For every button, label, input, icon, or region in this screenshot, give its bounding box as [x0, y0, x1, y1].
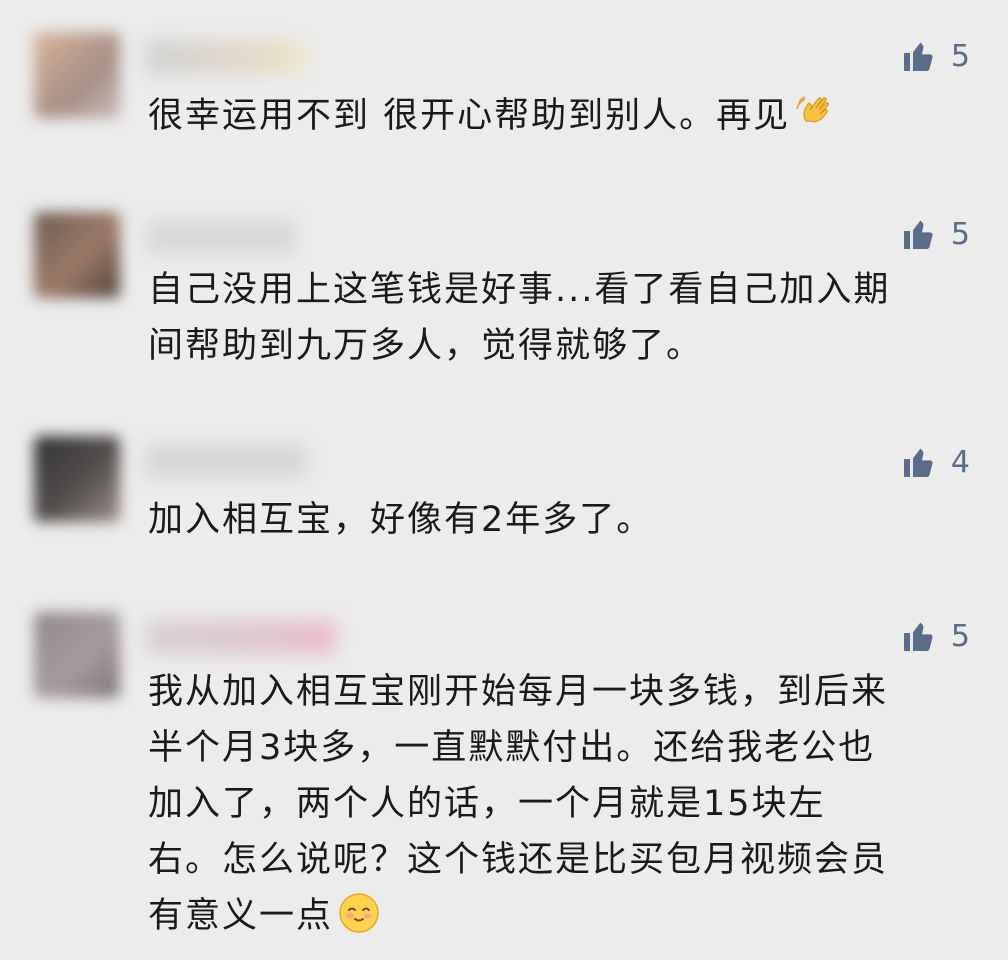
comment-text: 很幸运用不到 很开心帮助到别人。再见 [148, 88, 978, 144]
like-button[interactable]: 5 [901, 38, 970, 74]
avatar[interactable] [34, 436, 120, 522]
comment-list: 5 很幸运用不到 很开心帮助到别人。再见 5 自己没用上这笔钱是好事...看了看… [0, 0, 1008, 960]
comment-text: 自己没用上这笔钱是好事...看了看自己加入期 间帮助到九万多人，觉得就够了。 [148, 270, 891, 366]
like-button[interactable]: 5 [901, 618, 970, 654]
avatar[interactable] [34, 212, 120, 298]
thumbs-up-icon [903, 220, 933, 249]
thumbs-up-icon [903, 448, 933, 477]
like-count: 5 [950, 216, 970, 252]
smiling-face-icon [339, 893, 379, 933]
username-blurred[interactable] [146, 444, 306, 478]
username-blurred[interactable] [146, 220, 296, 254]
like-count: 5 [950, 38, 970, 74]
like-button[interactable]: 5 [901, 216, 970, 252]
like-count: 4 [950, 444, 970, 480]
comment-text: 加入相互宝，好像有2年多了。 [148, 500, 654, 540]
thumbs-up-icon [903, 622, 933, 651]
thumbs-up-icon [903, 42, 933, 71]
avatar[interactable] [34, 32, 120, 118]
avatar[interactable] [34, 612, 120, 698]
like-button[interactable]: 4 [901, 444, 970, 480]
like-count: 5 [950, 618, 970, 654]
waving-hand-icon [796, 96, 829, 123]
username-blurred[interactable] [146, 620, 336, 654]
username-blurred[interactable] [146, 40, 306, 74]
comment-text: 我从加入相互宝刚开始每月一块多钱，到后来 半个月3块多，一直默默付出。还给我老公… [148, 672, 889, 936]
